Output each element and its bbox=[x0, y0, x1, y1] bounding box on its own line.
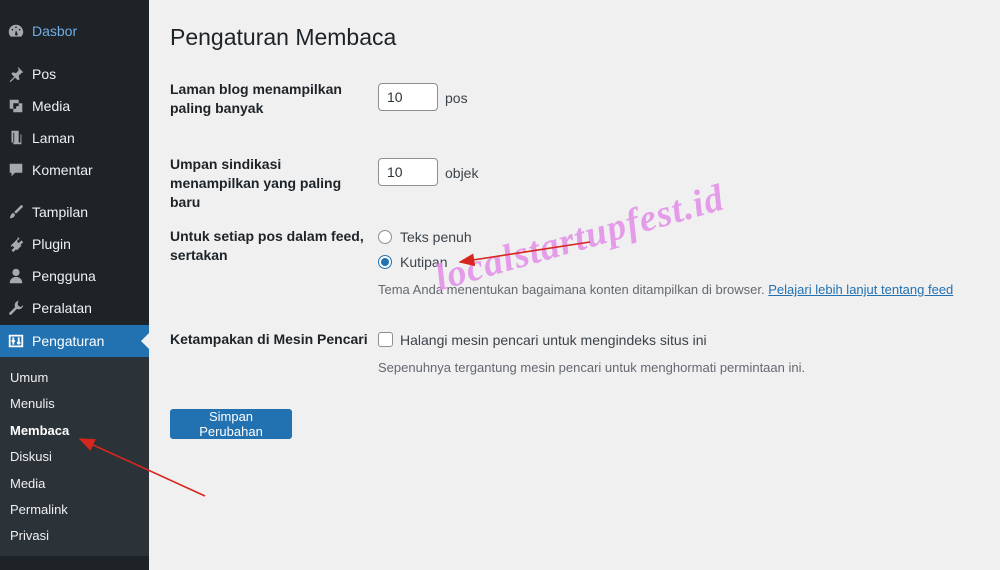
wrench-icon bbox=[6, 298, 26, 318]
page-title: Pengaturan Membaca bbox=[170, 24, 397, 50]
menu-label: Dasbor bbox=[32, 23, 78, 39]
menu-label: Media bbox=[32, 98, 71, 114]
menu-label: Komentar bbox=[32, 162, 93, 178]
submenu-item-privasi[interactable]: Privasi bbox=[10, 528, 49, 543]
submenu-item-diskusi[interactable]: Diskusi bbox=[10, 449, 52, 464]
menu-label: Pos bbox=[32, 66, 57, 82]
menu-label: Tampilan bbox=[32, 204, 89, 220]
feed-learn-more-link[interactable]: Pelajari lebih lanjut tentang feed bbox=[768, 282, 953, 297]
menu-item-pos[interactable]: Pos bbox=[0, 59, 149, 89]
submenu-item-umum[interactable]: Umum bbox=[10, 370, 48, 385]
full-text-radio[interactable] bbox=[378, 230, 392, 244]
syndication-label: Umpan sindikasi menampilkan yang paling … bbox=[170, 156, 342, 210]
blog-pages-unit: pos bbox=[445, 90, 468, 106]
menu-item-media[interactable]: Media bbox=[0, 91, 149, 121]
menu-item-komentar[interactable]: Komentar bbox=[0, 155, 149, 185]
syndication-unit: objek bbox=[445, 165, 479, 181]
menu-label: Peralatan bbox=[32, 300, 92, 316]
discourage-search-label[interactable]: Halangi mesin pencari untuk mengindeks s… bbox=[400, 332, 707, 348]
menu-item-peralatan[interactable]: Peralatan bbox=[0, 293, 149, 323]
blog-pages-label: Laman blog menampilkan paling banyak bbox=[170, 81, 342, 116]
submenu-item-media[interactable]: Media bbox=[10, 476, 45, 491]
submenu-item-membaca[interactable]: Membaca bbox=[10, 423, 69, 438]
menu-item-pengguna[interactable]: Pengguna bbox=[0, 261, 149, 291]
feed-content-label: Untuk setiap pos dalam feed, sertakan bbox=[170, 228, 364, 263]
media-icon bbox=[6, 96, 26, 116]
dashboard-icon bbox=[6, 21, 26, 41]
syndication-input[interactable] bbox=[378, 158, 438, 186]
blog-pages-input[interactable] bbox=[378, 83, 438, 111]
save-changes-button[interactable]: Simpan Perubahan bbox=[170, 409, 292, 439]
menu-item-pengaturan[interactable]: Pengaturan bbox=[0, 325, 149, 357]
discourage-search-checkbox[interactable] bbox=[378, 332, 393, 347]
submenu-item-permalink[interactable]: Permalink bbox=[10, 502, 68, 517]
menu-item-dasbor[interactable]: Dasbor bbox=[0, 16, 149, 46]
feed-description-text: Tema Anda menentukan bagaimana konten di… bbox=[378, 282, 765, 297]
pin-icon bbox=[6, 64, 26, 84]
search-engine-description: Sepenuhnya tergantung mesin pencari untu… bbox=[378, 360, 806, 375]
menu-item-tampilan[interactable]: Tampilan bbox=[0, 197, 149, 227]
menu-label: Laman bbox=[32, 130, 75, 146]
full-text-label[interactable]: Teks penuh bbox=[400, 229, 472, 245]
submenu-item-menulis[interactable]: Menulis bbox=[10, 396, 55, 411]
menu-label: Pengguna bbox=[32, 268, 96, 284]
menu-label: Pengaturan bbox=[32, 333, 105, 349]
settings-icon bbox=[6, 331, 26, 351]
excerpt-radio[interactable] bbox=[378, 255, 392, 269]
settings-submenu: Umum Menulis Membaca Diskusi Media Perma… bbox=[0, 357, 149, 556]
menu-item-plugin[interactable]: Plugin bbox=[0, 229, 149, 259]
page-icon bbox=[6, 128, 26, 148]
admin-sidebar: Dasbor Pos Media Laman Komentar Tampilan bbox=[0, 0, 149, 570]
plugin-icon bbox=[6, 234, 26, 254]
active-indicator bbox=[141, 333, 149, 349]
search-engine-label: Ketampakan di Mesin Pencari bbox=[170, 331, 368, 347]
menu-item-laman[interactable]: Laman bbox=[0, 123, 149, 153]
brush-icon bbox=[6, 202, 26, 222]
menu-label: Plugin bbox=[32, 236, 71, 252]
user-icon bbox=[6, 266, 26, 286]
comment-icon bbox=[6, 160, 26, 180]
